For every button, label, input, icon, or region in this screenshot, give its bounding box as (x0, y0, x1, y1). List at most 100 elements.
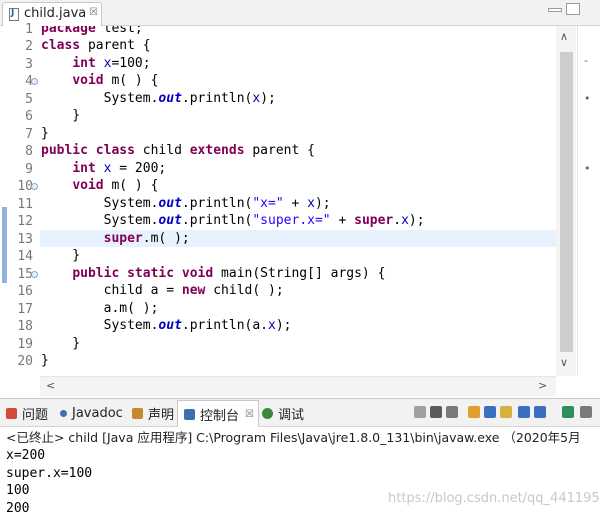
console-output-line: super.x=100 (6, 465, 93, 481)
tab-label: Javadoc (72, 405, 123, 421)
code-line: System.out.println(x); (41, 91, 276, 109)
tab-declaration[interactable]: 声明 (126, 399, 178, 427)
line-number: 14 (17, 249, 33, 264)
code-field: x (401, 213, 409, 228)
code-text: child a = (103, 283, 182, 298)
editor-tab-bar: child.java ☒ (0, 0, 600, 26)
fold-toggle-icon[interactable] (31, 78, 38, 85)
display-console-icon[interactable] (534, 406, 546, 418)
minimize-button[interactable] (548, 8, 562, 12)
code-text: System. (103, 318, 159, 333)
pin-console-icon[interactable] (518, 406, 530, 418)
code-text: ); (314, 195, 331, 211)
code-string: "x=" (252, 195, 284, 211)
line-number: 15 (17, 266, 33, 282)
remove-launch-icon[interactable] (430, 406, 442, 418)
code-line: } (41, 248, 80, 266)
scroll-left-icon[interactable]: < (46, 379, 55, 392)
code-field: x (95, 55, 112, 71)
code-editor[interactable]: package test; class parent { int x=100; … (40, 26, 556, 376)
close-icon[interactable]: ☒ (245, 409, 254, 420)
declaration-icon (132, 407, 143, 419)
code-text: .println( (181, 90, 253, 106)
code-static-field: out (158, 90, 182, 106)
code-text: .m( ); (142, 230, 190, 246)
line-number: 5 (25, 91, 33, 107)
code-static-field: out (158, 195, 182, 211)
close-icon[interactable]: ☒ (89, 7, 98, 18)
line-number: 20 (17, 354, 33, 369)
terminate-icon[interactable] (414, 406, 426, 418)
scroll-right-icon[interactable]: > (538, 379, 547, 392)
code-text: child (134, 143, 190, 158)
debug-icon (262, 407, 273, 419)
code-line: } (41, 126, 49, 144)
scroll-lock-icon[interactable] (484, 406, 496, 418)
code-keyword: public (41, 143, 88, 158)
code-line: void m( ) { (41, 178, 158, 196)
code-text: .println( (181, 195, 253, 211)
ruler-marker[interactable]: • (584, 92, 591, 105)
ruler-marker[interactable]: - (584, 54, 588, 67)
code-line: a.m( ); (41, 301, 159, 319)
tab-label: 调试 (278, 407, 305, 423)
line-number: 17 (17, 301, 33, 317)
fold-toggle-icon[interactable] (31, 270, 38, 278)
open-console-icon[interactable] (562, 406, 574, 418)
tab-console[interactable]: 控制台 ☒ (177, 400, 259, 427)
editor-panel: child.java ☒ 123456789101112131415161718… (0, 0, 600, 398)
code-text: ); (408, 213, 425, 228)
tab-javadoc[interactable]: Javadoc (54, 399, 127, 427)
code-static-field: out (158, 318, 182, 333)
vertical-scroll-thumb[interactable] (560, 52, 573, 352)
views-panel: 问题 Javadoc 声明 控制台 ☒ 调试 <已终止> child [Java (0, 398, 600, 518)
fold-toggle-icon[interactable] (31, 183, 38, 190)
console-output-line: 200 (6, 500, 30, 516)
code-text: } (41, 353, 49, 368)
line-number: 8 (25, 144, 33, 159)
scroll-up-icon[interactable]: ∧ (560, 30, 568, 43)
code-keyword: int (72, 160, 96, 176)
horizontal-scrollbar[interactable]: < > (40, 376, 556, 396)
clear-console-icon[interactable] (468, 406, 480, 418)
code-keyword: public (72, 265, 120, 281)
view-menu-icon[interactable] (580, 406, 592, 418)
overview-ruler[interactable]: - • • (577, 26, 600, 376)
code-line: child a = new child( ); (41, 283, 284, 301)
views-tab-bar: 问题 Javadoc 声明 控制台 ☒ 调试 (0, 399, 600, 427)
tab-debug[interactable]: 调试 (256, 399, 308, 427)
ruler-marker[interactable]: • (584, 162, 591, 175)
word-wrap-icon[interactable] (500, 406, 512, 418)
code-text: ); (275, 318, 292, 333)
code-text: + (283, 195, 308, 211)
remove-all-launches-icon[interactable] (446, 406, 458, 418)
code-field: x (252, 90, 261, 106)
line-number: 4 (25, 74, 33, 89)
line-number: 2 (25, 39, 33, 54)
code-text: =100; (111, 55, 151, 71)
line-number: 9 (25, 161, 33, 177)
code-keyword: void (181, 265, 214, 281)
code-keyword: void (72, 178, 104, 193)
vertical-scrollbar[interactable]: ∧ ∨ (556, 26, 576, 376)
code-line: public class child extends parent { (41, 143, 315, 161)
maximize-button[interactable] (566, 3, 580, 15)
code-text: . (393, 213, 402, 228)
java-file-icon (9, 8, 19, 21)
code-text: parent { (80, 38, 151, 53)
code-keyword: static (127, 265, 175, 281)
tab-problems[interactable]: 问题 (0, 399, 52, 427)
code-text: .println( (181, 213, 253, 228)
code-text: System. (103, 195, 159, 211)
code-line: void m( ) { (41, 73, 158, 91)
code-keyword: super (354, 213, 394, 228)
scroll-down-icon[interactable]: ∨ (560, 356, 568, 369)
code-keyword: extends (189, 143, 245, 158)
code-line: super.m( ); (41, 231, 190, 249)
